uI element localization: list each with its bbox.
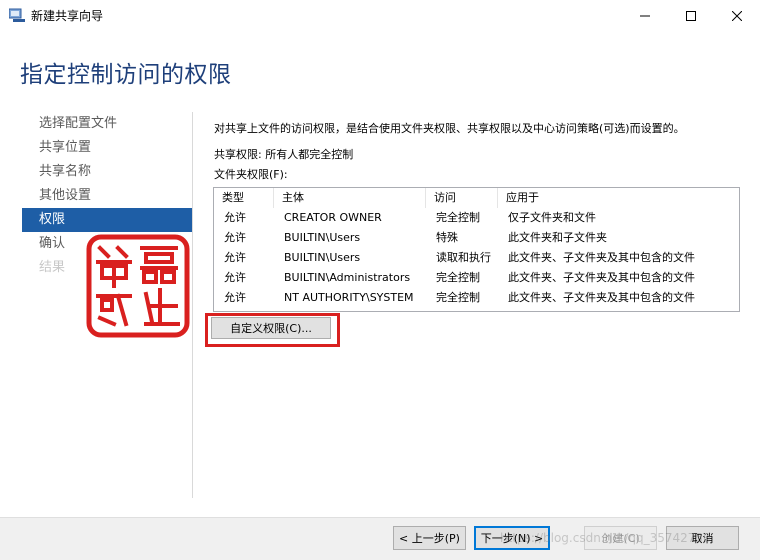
nav-step-permissions[interactable]: 权限 — [22, 208, 192, 232]
column-header-principal[interactable]: 主体 — [274, 188, 426, 208]
cell-principal: BUILTIN\Users — [284, 231, 361, 244]
cell-principal: BUILTIN\Users — [284, 251, 361, 264]
cell-type: 允许 — [224, 291, 246, 304]
cell-principal: BUILTIN\Administrators — [284, 271, 411, 284]
cell-type: 允许 — [224, 251, 246, 264]
cell-access: 读取和执行 — [436, 251, 491, 264]
wizard-window: 新建共享向导 指定控制访问的权限 选择配置文件 共享位置 共享名称 其他设置 权… — [0, 0, 760, 560]
table-row[interactable]: 允许 BUILTIN\Administrators 完全控制 此文件夹、子文件夹… — [214, 268, 739, 288]
folder-permissions-table[interactable]: 类型 主体 访问 应用于 允许 CREATOR OWNER 完全控制 仅子文件夹… — [213, 187, 740, 312]
cell-type: 允许 — [224, 231, 246, 244]
close-button[interactable] — [714, 0, 760, 32]
column-header-access[interactable]: 访问 — [426, 188, 498, 208]
table-row[interactable]: 允许 CREATOR OWNER 完全控制 仅子文件夹和文件 — [214, 208, 739, 228]
cell-type: 允许 — [224, 271, 246, 284]
maximize-icon — [686, 11, 696, 21]
cell-access: 完全控制 — [436, 271, 480, 284]
cell-type: 允许 — [224, 211, 246, 224]
table-row[interactable]: 允许 BUILTIN\Users 读取和执行 此文件夹、子文件夹及其中包含的文件 — [214, 248, 739, 268]
cell-access: 完全控制 — [436, 291, 480, 304]
title-bar[interactable]: 新建共享向导 — [0, 0, 760, 32]
nav-step-share-name[interactable]: 共享名称 — [22, 160, 192, 184]
cell-principal: NT AUTHORITY\SYSTEM — [284, 291, 414, 304]
close-icon — [732, 11, 742, 21]
table-row[interactable]: 允许 BUILTIN\Users 特殊 此文件夹和子文件夹 — [214, 228, 739, 248]
cell-access: 完全控制 — [436, 211, 480, 224]
nav-step-share-location[interactable]: 共享位置 — [22, 136, 192, 160]
permissions-description: 对共享上文件的访问权限，是结合使用文件夹权限、共享权限以及中心访问策略(可选)而… — [214, 122, 685, 135]
minimize-button[interactable] — [622, 0, 668, 32]
cell-principal: CREATOR OWNER — [284, 211, 382, 224]
cell-applies-to: 此文件夹、子文件夹及其中包含的文件 — [508, 291, 695, 304]
red-seal-stamp — [86, 234, 190, 338]
back-button[interactable]: < 上一步(P) — [393, 526, 466, 550]
cell-applies-to: 此文件夹、子文件夹及其中包含的文件 — [508, 251, 695, 264]
column-header-type[interactable]: 类型 — [214, 188, 274, 208]
nav-step-select-profile[interactable]: 选择配置文件 — [22, 112, 192, 136]
folder-permission-label: 文件夹权限(F): — [214, 168, 288, 181]
nav-step-other-settings[interactable]: 其他设置 — [22, 184, 192, 208]
cell-applies-to: 此文件夹和子文件夹 — [508, 231, 607, 244]
blog-watermark: https://blog.csdn.net/qq_35742750 — [500, 531, 711, 545]
page-heading: 指定控制访问的权限 — [20, 62, 232, 88]
cell-access: 特殊 — [436, 231, 458, 244]
cell-applies-to: 仅子文件夹和文件 — [508, 211, 596, 224]
table-row[interactable]: 允许 NT AUTHORITY\SYSTEM 完全控制 此文件夹、子文件夹及其中… — [214, 288, 739, 308]
column-header-applies-to[interactable]: 应用于 — [498, 188, 739, 208]
maximize-button[interactable] — [668, 0, 714, 32]
share-wizard-icon — [9, 8, 25, 22]
nav-divider — [192, 112, 193, 498]
minimize-icon — [640, 15, 650, 17]
customize-permissions-button[interactable]: 自定义权限(C)... — [211, 317, 331, 339]
table-header: 类型 主体 访问 应用于 — [214, 188, 739, 208]
window-title: 新建共享向导 — [31, 9, 104, 23]
cell-applies-to: 此文件夹、子文件夹及其中包含的文件 — [508, 271, 695, 284]
share-permission-text: 共享权限: 所有人都完全控制 — [214, 148, 354, 161]
